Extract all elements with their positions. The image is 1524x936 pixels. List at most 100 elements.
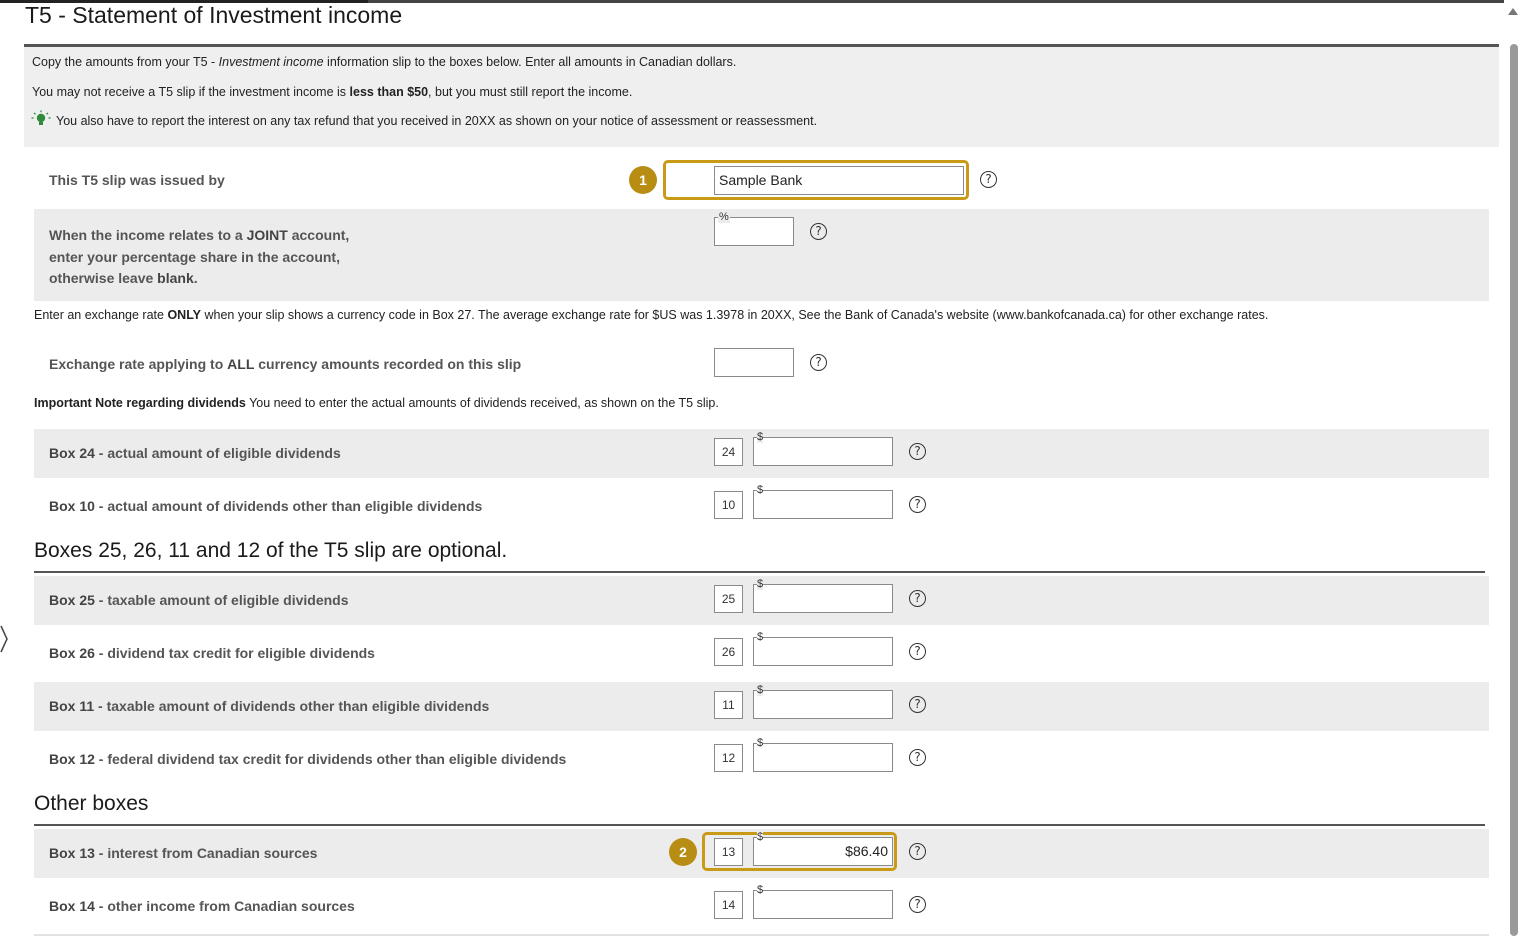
info-text: information slip to the boxes below. Ent…	[323, 55, 737, 69]
box-label-id: Box 14	[49, 898, 95, 914]
currency-tag: $	[757, 831, 764, 843]
box-number: 25	[714, 585, 743, 613]
dividend-note: Important Note regarding dividends You n…	[34, 396, 719, 410]
issuer-help-icon[interactable]: ?	[980, 171, 997, 188]
info-text: You may not receive a T5 slip if the inv…	[32, 85, 350, 99]
exchange-note: Enter an exchange rate ONLY when your sl…	[34, 308, 1268, 322]
joint-label: When the income relates to a JOINT accou…	[49, 225, 349, 290]
box-13-help-icon[interactable]: ?	[909, 843, 926, 860]
box-number: 12	[714, 744, 743, 772]
box-label: Box 11 - taxable amount of dividends oth…	[49, 698, 489, 714]
box-12-input[interactable]	[753, 743, 893, 772]
exchange-rate-label-text: Exchange rate applying to	[49, 356, 228, 372]
box-11-help-icon[interactable]: ?	[909, 696, 926, 713]
box-24-input[interactable]	[753, 437, 893, 466]
joint-label-text: enter your percentage share in the accou…	[49, 248, 340, 265]
box-label: Box 25 - taxable amount of eligible divi…	[49, 592, 349, 608]
box-13-value: $86.40	[845, 843, 888, 859]
box-label-id: Box 26	[49, 645, 95, 661]
joint-label-text: When the income relates to a	[49, 227, 247, 243]
exchange-rate-label-text: currency amounts recorded on this slip	[254, 356, 522, 372]
box-25-help-icon[interactable]: ?	[909, 590, 926, 607]
box-label-desc: - taxable amount of dividends other than…	[94, 698, 490, 714]
box-label-id: Box 10	[49, 498, 95, 514]
joint-help-icon[interactable]: ?	[810, 223, 827, 240]
box-14-help-icon[interactable]: ?	[909, 896, 926, 913]
exchange-note-bold: ONLY	[167, 308, 202, 322]
box-12-help-icon[interactable]: ?	[909, 749, 926, 766]
scrollbar-thumb[interactable]	[1510, 44, 1518, 936]
box-label-desc: - taxable amount of eligible dividends	[94, 592, 349, 608]
currency-tag: $	[757, 578, 764, 590]
currency-tag: $	[757, 484, 764, 496]
percent-tag: %	[718, 211, 730, 223]
issuer-label: This T5 slip was issued by	[49, 172, 225, 188]
other-section-title: Other boxes	[34, 792, 149, 815]
box-number: 11	[714, 691, 743, 719]
box-14-input[interactable]	[753, 890, 893, 919]
section-divider	[34, 571, 1485, 573]
joint-label-bold: JOINT	[246, 227, 288, 243]
vertical-scrollbar[interactable]	[1504, 0, 1524, 936]
issuer-input[interactable]: Sample Bank	[714, 166, 964, 195]
exchange-rate-help-icon[interactable]: ?	[810, 354, 827, 371]
box-26-help-icon[interactable]: ?	[909, 643, 926, 660]
currency-tag: $	[757, 431, 764, 443]
step-badge-2: 2	[669, 838, 697, 866]
box-number: 14	[714, 891, 743, 919]
box-number: 13	[714, 838, 743, 866]
dividend-note-bold: Important Note regarding dividends	[34, 396, 246, 410]
optional-section-title: Boxes 25, 26, 11 and 12 of the T5 slip a…	[34, 539, 508, 562]
box-label-desc: - other income from Canadian sources	[94, 898, 355, 914]
scroll-up-arrow-icon[interactable]	[1508, 8, 1518, 15]
page-title: T5 - Statement of Investment income	[25, 2, 403, 28]
box-10-help-icon[interactable]: ?	[909, 496, 926, 513]
box-label: Box 12 - federal dividend tax credit for…	[49, 751, 566, 767]
box-13-input[interactable]: $86.40	[753, 837, 893, 866]
currency-tag: $	[757, 631, 764, 643]
box-label-desc: - actual amount of dividends other than …	[94, 498, 483, 514]
info-panel: Copy the amounts from your T5 - Investme…	[24, 47, 1499, 147]
currency-tag: $	[757, 884, 764, 896]
info-text-italic: Investment income	[218, 55, 324, 69]
joint-label-bold: blank	[157, 270, 194, 286]
box-number: 24	[714, 438, 743, 466]
dividend-note-text: You need to enter the actual amounts of …	[245, 396, 719, 410]
box-label-id: Box 25	[49, 592, 95, 608]
info-line-threshold: You may not receive a T5 slip if the inv…	[32, 85, 632, 99]
exchange-rate-input[interactable]	[714, 348, 794, 377]
box-24-help-icon[interactable]: ?	[909, 443, 926, 460]
box-label-id: Box 12	[49, 751, 95, 767]
lightbulb-icon	[31, 110, 51, 125]
box-label-id: Box 13	[49, 845, 95, 861]
box-label: Box 13 - interest from Canadian sources	[49, 845, 317, 861]
box-label: Box 14 - other income from Canadian sour…	[49, 898, 355, 914]
box-label-id: Box 24	[49, 445, 95, 461]
exchange-note-text: when your slip shows a currency code in …	[201, 308, 1269, 322]
box-number: 10	[714, 491, 743, 519]
step-badge-1: 1	[629, 166, 657, 194]
box-label: Box 10 - actual amount of dividends othe…	[49, 498, 482, 514]
box-label: Box 26 - dividend tax credit for eligibl…	[49, 645, 375, 661]
info-text-bold: less than $50	[349, 85, 429, 99]
box-10-input[interactable]	[753, 490, 893, 519]
box-11-input[interactable]	[753, 690, 893, 719]
box-number: 26	[714, 638, 743, 666]
joint-label-text: account,	[287, 227, 350, 243]
exchange-rate-label-bold: ALL	[227, 356, 255, 372]
box-label-desc: - actual amount of eligible dividends	[94, 445, 341, 461]
exchange-rate-label: Exchange rate applying to ALL currency a…	[49, 356, 521, 372]
info-line-refund: You also have to report the interest on …	[56, 114, 818, 128]
exchange-note-text: Enter an exchange rate	[34, 308, 168, 322]
currency-tag: $	[757, 737, 764, 749]
box-label: Box 24 - actual amount of eligible divid…	[49, 445, 341, 461]
box-label-desc: - dividend tax credit for eligible divid…	[94, 645, 375, 661]
chevron-right-icon[interactable]	[0, 624, 10, 654]
box-25-input[interactable]	[753, 584, 893, 613]
info-text: Copy the amounts from your T5 -	[32, 55, 219, 69]
box-label-id: Box 11	[49, 698, 95, 714]
info-text: , but you must still report the income.	[428, 85, 633, 99]
joint-label-text: .	[193, 270, 198, 286]
box-26-input[interactable]	[753, 637, 893, 666]
info-line-copy: Copy the amounts from your T5 - Investme…	[32, 55, 736, 69]
